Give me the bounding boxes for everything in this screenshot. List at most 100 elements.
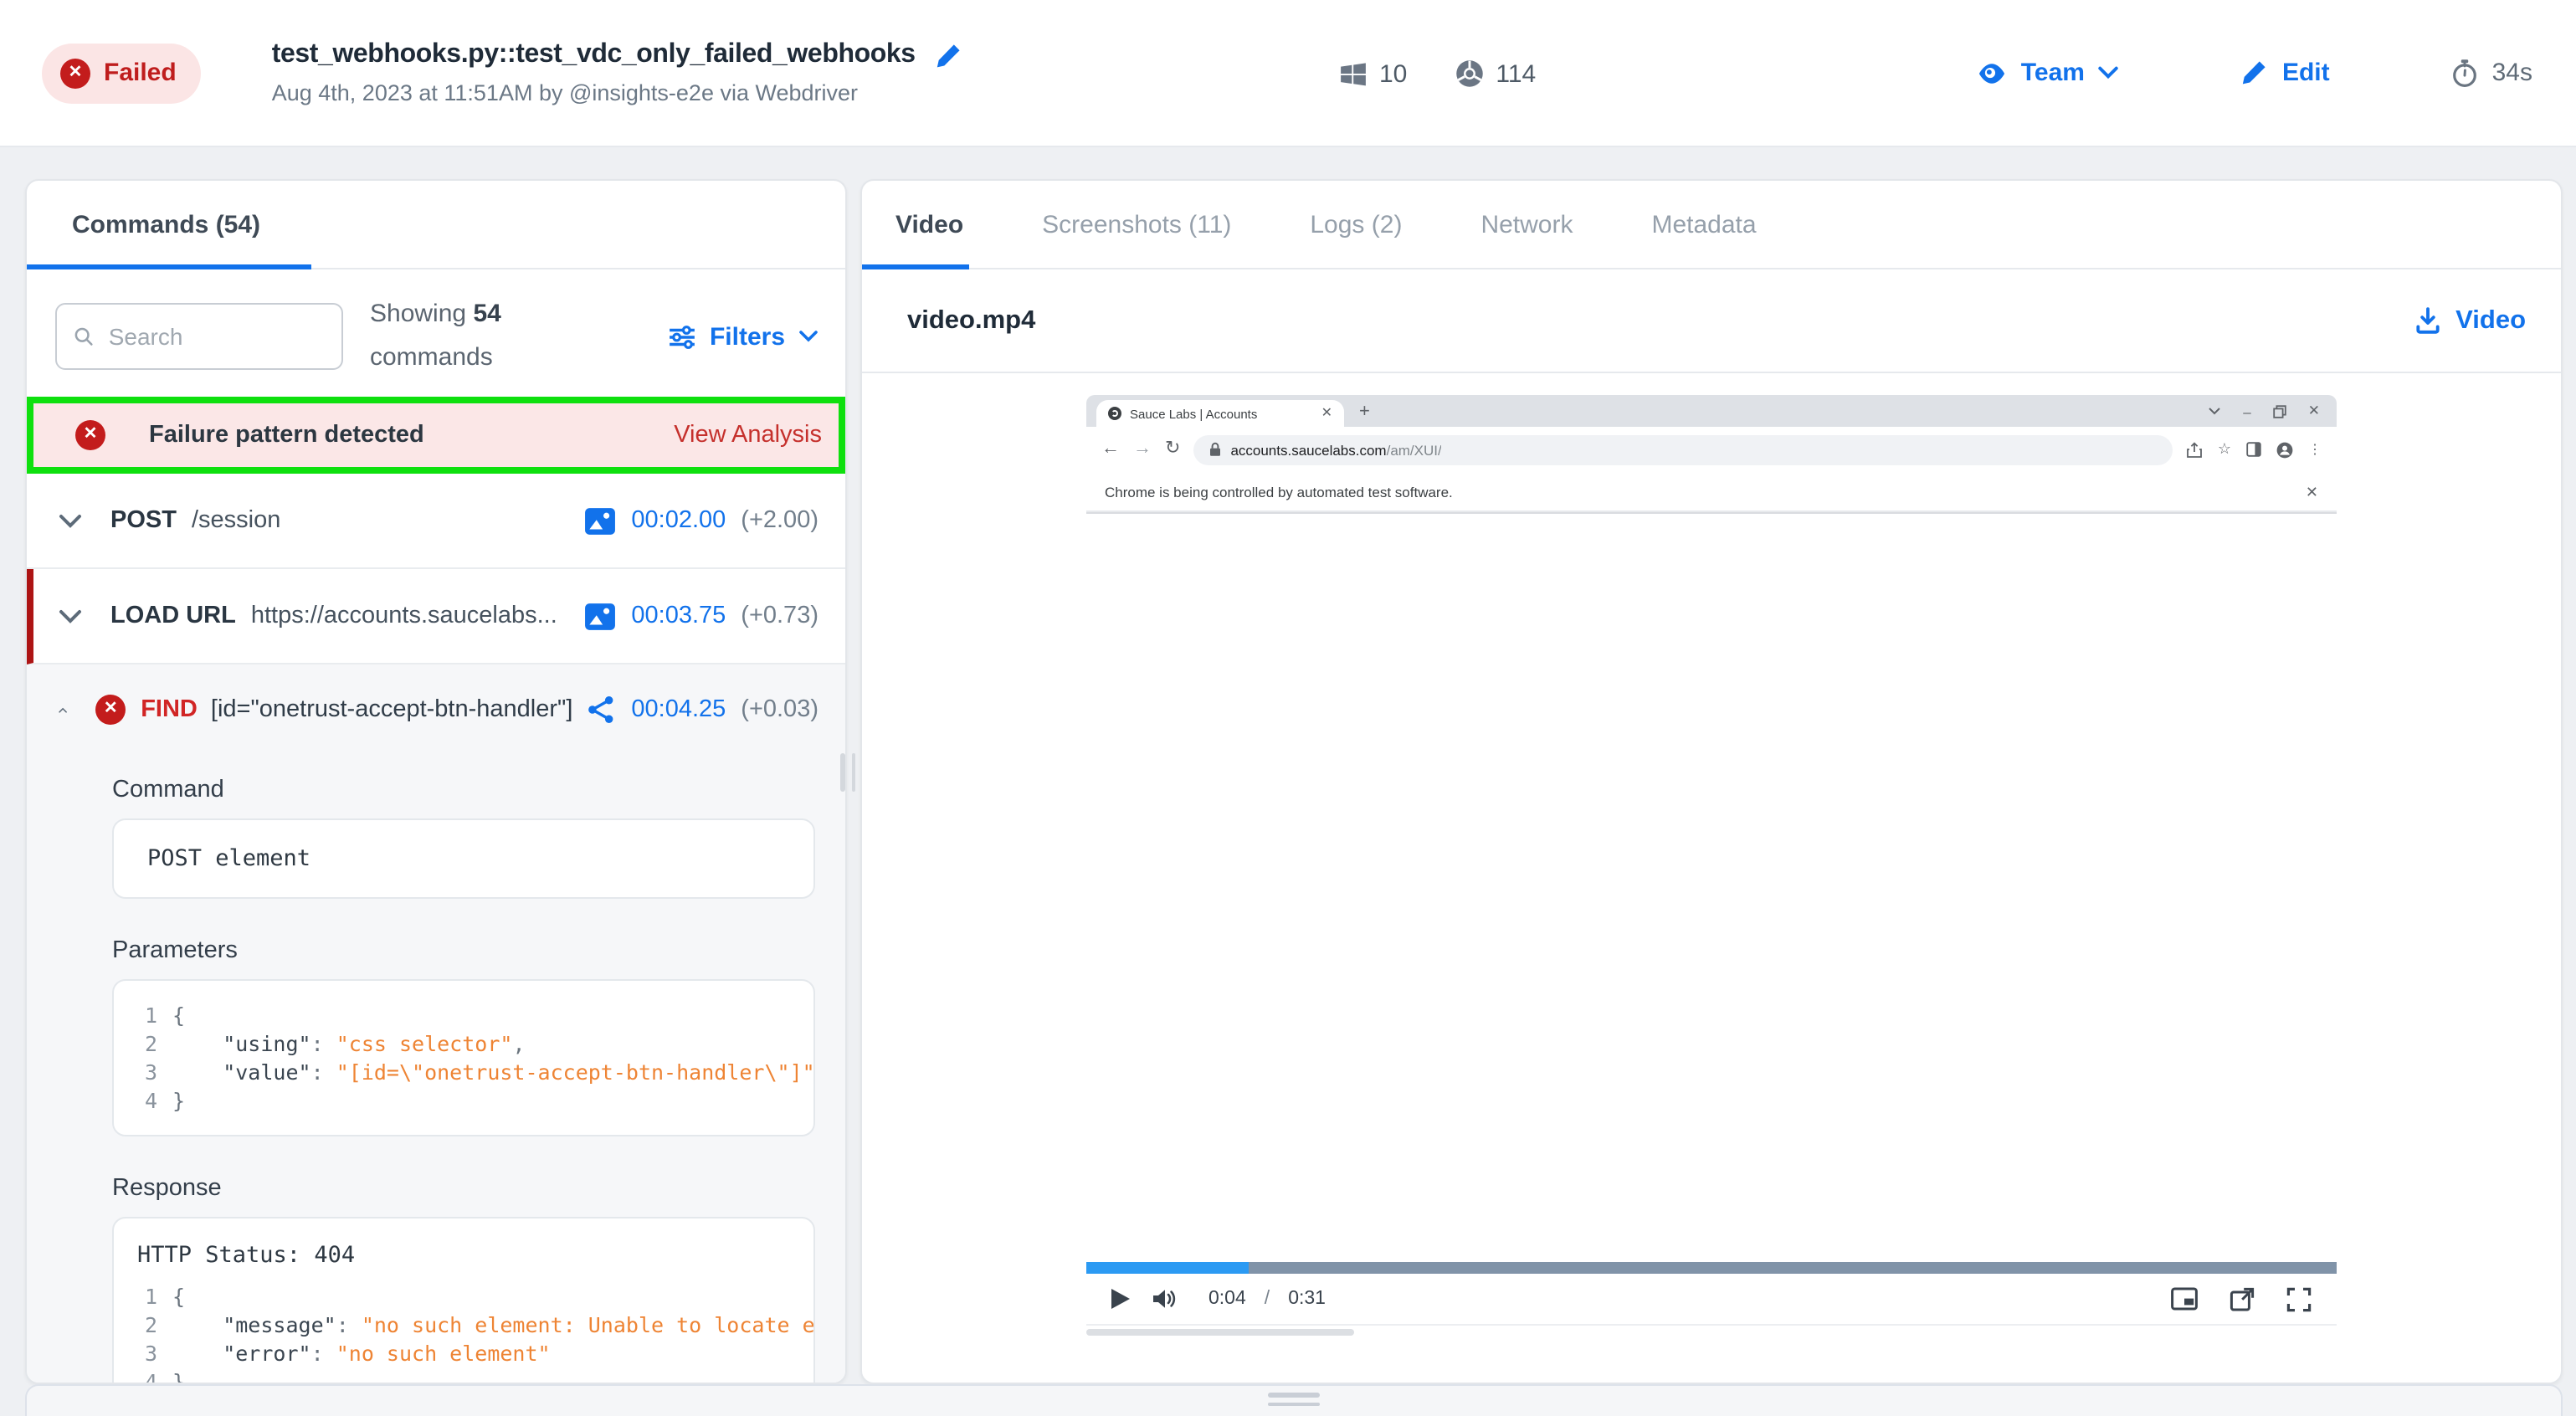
open-in-new-icon[interactable] — [2230, 1286, 2255, 1311]
expanded-command-section: ✕ FIND [id="onetrust-accept-btn-handler"… — [27, 664, 845, 1384]
failed-x-icon: ✕ — [60, 58, 90, 88]
window-controls: – ✕ — [2208, 402, 2327, 420]
reload-icon: ↻ — [1165, 440, 1180, 459]
view-analysis-link[interactable]: View Analysis — [674, 422, 822, 449]
browser-version: 114 — [1496, 59, 1536, 88]
code-token: , — [512, 1029, 525, 1058]
command-method: FIND — [141, 696, 198, 723]
team-visibility-dropdown[interactable]: Team — [1978, 58, 2120, 88]
stopwatch-icon — [2450, 58, 2479, 88]
command-delta: (+0.03) — [741, 696, 818, 723]
tab-logs[interactable]: Logs (2) — [1310, 210, 1402, 239]
browser-page-blank — [1086, 514, 2337, 1262]
share-page-icon — [2186, 441, 2203, 458]
tab-commands[interactable]: Commands (54) — [72, 210, 260, 239]
toolbar-icons: ☆ ⋮ — [2186, 440, 2322, 459]
tab-network[interactable]: Network — [1480, 210, 1573, 239]
search-input[interactable] — [55, 303, 343, 370]
line-number: 1 — [114, 1282, 157, 1311]
tab-screenshots[interactable]: Screenshots (11) — [1042, 210, 1231, 239]
infobar-text: Chrome is being controlled by automated … — [1105, 484, 1453, 500]
command-timestamp[interactable]: 00:04.25 — [631, 696, 726, 723]
video-time: 0:04 / 0:31 — [1208, 1289, 1326, 1309]
command-detail: /session — [192, 507, 280, 534]
command-row-post-session[interactable]: POST /session 00:02.00 (+2.00) — [27, 474, 845, 569]
code-token: : — [311, 1339, 336, 1367]
duration-value: 34s — [2492, 59, 2532, 87]
screenshot-image-icon[interactable] — [584, 506, 616, 535]
side-panel-icon — [2246, 442, 2261, 457]
bottom-drawer[interactable] — [25, 1384, 2563, 1416]
status-badge: ✕ Failed — [42, 43, 202, 103]
command-method: POST — [110, 507, 177, 534]
line-number: 2 — [114, 1029, 157, 1058]
test-duration: 34s — [2450, 58, 2532, 88]
chevron-down-icon[interactable] — [59, 608, 82, 623]
browser-tab: Sauce Labs | Accounts ✕ — [1096, 400, 1344, 427]
back-icon: ← — [1101, 440, 1120, 459]
volume-icon[interactable] — [1152, 1287, 1177, 1311]
screenshot-image-icon[interactable] — [584, 602, 616, 630]
drawer-drag-handle-icon[interactable] — [1268, 1393, 1320, 1411]
current-time: 0:04 — [1208, 1289, 1246, 1309]
horizontal-scrollbar[interactable] — [862, 1329, 2561, 1336]
main-content: Commands (54) Showing 54 commands Filter… — [0, 147, 2576, 1384]
active-tab-underline — [862, 264, 969, 269]
command-row-find[interactable]: ✕ FIND [id="onetrust-accept-btn-handler"… — [27, 664, 845, 755]
url-path: /am/XUI/ — [1387, 441, 1442, 458]
video-file-header: video.mp4 Video — [862, 269, 2561, 373]
picture-in-picture-icon[interactable] — [2171, 1287, 2198, 1311]
download-video-button[interactable]: Video — [2414, 305, 2526, 336]
code-token: "value" — [172, 1058, 311, 1086]
tab-close-icon: ✕ — [1321, 407, 1332, 420]
eye-icon — [1978, 58, 2008, 88]
command-detail: https://accounts.saucelabs... — [251, 603, 557, 629]
edit-label: Edit — [2282, 59, 2330, 87]
fullscreen-icon[interactable] — [2286, 1286, 2312, 1311]
failure-pattern-banner[interactable]: ✕ Failure pattern detected View Analysis — [27, 397, 845, 474]
search-field[interactable] — [105, 321, 325, 351]
line-number: 3 — [114, 1058, 157, 1086]
command-timestamp[interactable]: 00:02.00 — [631, 507, 726, 534]
showing-prefix: Showing — [370, 300, 466, 328]
play-icon[interactable] — [1111, 1289, 1130, 1309]
code-token: "no such element: Unable to locate eleme… — [362, 1311, 815, 1339]
edit-button[interactable]: Edit — [2240, 59, 2330, 87]
video-controls: 0:04 / 0:31 — [1086, 1274, 2337, 1326]
chrome-icon — [1454, 59, 1484, 89]
pencil-icon — [2240, 59, 2269, 87]
code-token: : — [311, 1029, 336, 1058]
page-title: test_webhooks.py::test_vdc_only_failed_w… — [272, 40, 916, 70]
tab-metadata[interactable]: Metadata — [1651, 210, 1756, 239]
command-section-label: Command — [112, 777, 815, 803]
chevron-down-icon — [2098, 65, 2120, 80]
browser-tabstrip: Sauce Labs | Accounts ✕ + – ✕ — [1086, 395, 2337, 427]
url-domain: accounts.saucelabs.com — [1230, 441, 1386, 458]
code-token: : — [311, 1058, 336, 1086]
tab-video[interactable]: Video — [895, 210, 963, 239]
panel-resize-handle[interactable] — [840, 753, 855, 792]
download-video-label: Video — [2455, 305, 2526, 336]
video-file-name: video.mp4 — [907, 305, 1035, 336]
command-value-box: POST element — [112, 818, 815, 899]
edit-title-pencil-icon[interactable] — [934, 41, 962, 69]
code-token: "error" — [172, 1339, 311, 1367]
filters-button[interactable]: Filters — [668, 322, 818, 351]
close-window-icon: ✕ — [2308, 402, 2320, 420]
saucelabs-favicon — [1108, 407, 1121, 420]
chevron-down-icon — [798, 330, 818, 343]
code-token: "message" — [172, 1311, 336, 1339]
share-icon[interactable] — [586, 695, 616, 725]
line-number: 1 — [114, 1001, 157, 1029]
search-icon — [74, 325, 94, 348]
kebab-menu-icon: ⋮ — [2308, 442, 2322, 457]
line-number: 2 — [114, 1311, 157, 1339]
lock-icon — [1208, 442, 1222, 457]
command-timestamp[interactable]: 00:03.75 — [631, 603, 726, 629]
command-row-load-url[interactable]: LOAD URL https://accounts.saucelabs... 0… — [27, 569, 845, 664]
chevron-down-icon[interactable] — [59, 513, 82, 528]
chevron-up-icon[interactable] — [59, 702, 67, 717]
parameters-code-box: 1{ 2 "using": "css selector", 3 "value":… — [112, 979, 815, 1136]
video-progress-bar[interactable] — [1086, 1262, 2337, 1274]
video-frame-browser: Sauce Labs | Accounts ✕ + – ✕ — [1086, 395, 2337, 1262]
